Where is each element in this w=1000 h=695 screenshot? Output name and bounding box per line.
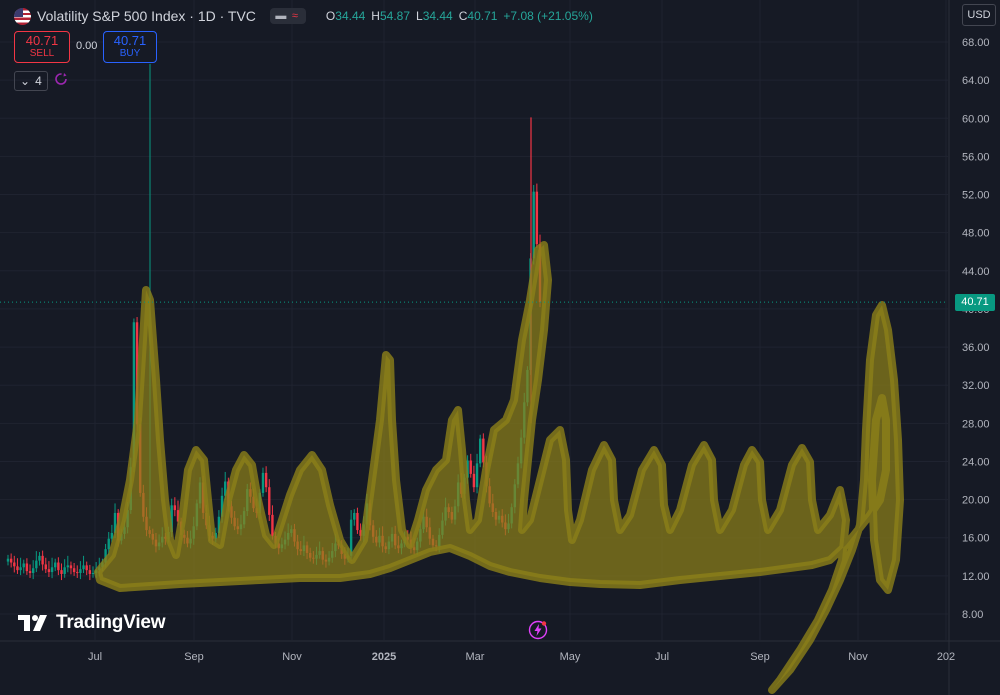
candle-body — [50, 567, 54, 573]
candle-body — [271, 514, 274, 536]
currency-select[interactable]: USD — [962, 4, 996, 26]
candle-body — [57, 562, 60, 571]
ohlc-low: L34.44 — [416, 9, 453, 23]
candle-body — [173, 505, 177, 511]
candle-body — [47, 569, 51, 573]
tradingview-logo[interactable]: TradingView — [18, 612, 166, 634]
tradingview-logo-icon — [18, 615, 47, 631]
candle-body — [9, 558, 13, 563]
price-axis-label: 8.00 — [962, 609, 983, 621]
candle-body — [79, 569, 82, 574]
candle-body — [60, 570, 63, 574]
candle-body — [66, 565, 70, 568]
time-axis-label: Nov — [848, 651, 868, 663]
candle-body — [72, 568, 76, 573]
indicators-toggle[interactable]: ⌄ 4 — [14, 71, 48, 91]
us-flag-icon — [14, 7, 31, 25]
price-axis-label: 32.00 — [962, 380, 990, 392]
time-axis-label: May — [560, 651, 581, 663]
sell-label: SELL — [29, 48, 55, 59]
minus-icon[interactable]: ▬ — [274, 10, 288, 22]
ohlc-high: H54.87 — [371, 9, 410, 23]
time-axis-label: Sep — [184, 651, 204, 663]
wave-icon[interactable]: ≈ — [288, 10, 302, 22]
time-axis-label: Mar — [466, 651, 485, 663]
ohlc-change: +7.08 (+21.05%) — [503, 9, 593, 23]
candle-body — [91, 573, 95, 575]
candle-body — [469, 460, 472, 474]
time-axis-label: Sep — [750, 651, 770, 663]
ohlc-close: C40.71 — [458, 9, 498, 23]
chevron-down-icon: ⌄ — [20, 74, 31, 88]
candle-body — [475, 463, 479, 488]
candle-body — [261, 472, 265, 493]
sell-button[interactable]: 40.71 SELL — [14, 31, 70, 63]
candle-body — [63, 567, 66, 574]
time-axis-label: Jul — [655, 651, 669, 663]
candle-body — [82, 565, 85, 570]
buy-button[interactable]: 40.71 BUY — [103, 31, 157, 63]
price-axis-label: 60.00 — [962, 113, 990, 125]
candle-body — [76, 572, 79, 574]
time-axis-label: Jul — [88, 651, 102, 663]
candle-body — [6, 558, 10, 562]
time-axis-label: 2025 — [372, 651, 396, 663]
spread-value: 0.00 — [76, 40, 98, 52]
price-axis-label: 28.00 — [962, 418, 990, 430]
price-axis-label: 20.00 — [962, 495, 990, 507]
candle-body — [110, 532, 114, 539]
candle-body — [38, 555, 41, 561]
price-axis-label: 16.00 — [962, 533, 990, 545]
time-axis-label: Nov — [282, 651, 302, 663]
candle-body — [88, 570, 92, 574]
buy-price: 40.71 — [113, 33, 147, 48]
price-chart[interactable]: 68.00 64.00 60.00 56.00 52.00 48.00 44.00 4 0.00… — [0, 0, 1000, 695]
candle-body — [19, 567, 22, 571]
ohlc-open: O34.44 — [325, 9, 366, 23]
candle-body — [69, 565, 73, 569]
candle-body — [478, 438, 482, 464]
candle-body — [16, 566, 19, 571]
indicators-count: 4 — [35, 74, 42, 88]
price-axis-label: 36.00 — [962, 342, 990, 354]
candle-body — [44, 564, 47, 570]
candle-body — [35, 560, 38, 569]
candle-body — [13, 562, 16, 567]
symbol-toggle-pill[interactable]: ▬ ≈ — [269, 8, 306, 24]
price-axis-label: 24.00 — [962, 456, 990, 468]
price-axis-label: 68.00 — [962, 37, 990, 49]
price-axis-label: 64.00 — [962, 75, 990, 87]
sell-price: 40.71 — [25, 33, 59, 48]
buy-label: BUY — [119, 48, 141, 59]
price-axis-label: 12.00 — [962, 571, 990, 583]
candle-body — [356, 512, 359, 531]
candle-body — [85, 565, 88, 571]
tradingview-wordmark: TradingView — [56, 612, 166, 633]
candle-body — [54, 562, 57, 568]
price-axis-label: 44.00 — [962, 266, 990, 278]
candle-body — [268, 487, 271, 515]
time-axis-label: 202 — [937, 651, 955, 663]
candle-body — [28, 571, 32, 574]
candle-body — [353, 512, 356, 520]
price-axis-label: 48.00 — [962, 228, 990, 240]
symbol-title[interactable]: Volatility S&P 500 Index · 1D · TVC — [37, 8, 256, 24]
price-axis-label: 56.00 — [962, 151, 990, 163]
price-axis-label: 52.00 — [962, 190, 990, 202]
refresh-icon[interactable] — [54, 72, 68, 86]
candle-body — [22, 563, 25, 568]
candle-body — [41, 555, 44, 565]
drawing-overlay[interactable] — [94, 241, 904, 694]
candle-body — [472, 473, 476, 488]
candle-body — [264, 472, 268, 488]
candle-body — [31, 568, 35, 574]
ohlc-readout: O34.44 H54.87 L34.44 C40.71 +7.08 (+21.0… — [326, 9, 593, 23]
chart-header: Volatility S&P 500 Index · 1D · TVC ▬ ≈ … — [14, 6, 593, 26]
candle-body — [107, 538, 110, 550]
candle-body — [535, 191, 539, 245]
lightning-event-icon[interactable] — [528, 620, 548, 640]
candle-body — [25, 563, 29, 572]
last-price-tag: 40.71 — [955, 294, 995, 311]
